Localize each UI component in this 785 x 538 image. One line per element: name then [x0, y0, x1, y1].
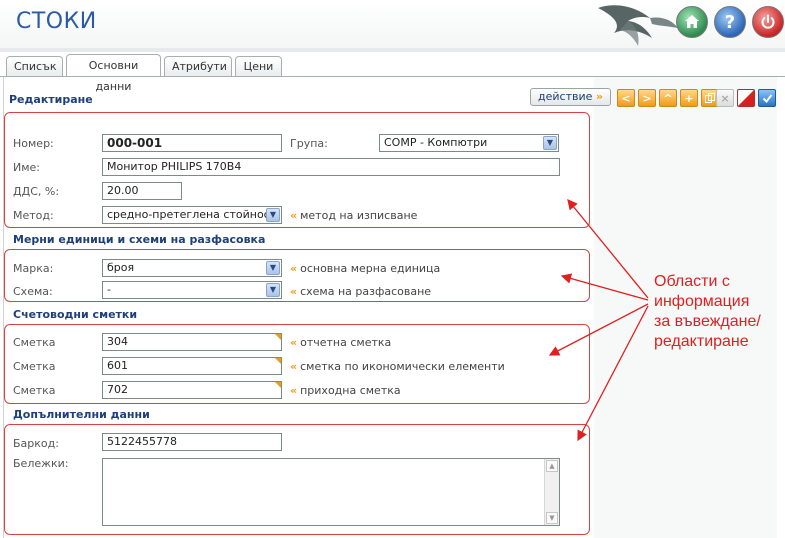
annotation-line: информация — [654, 293, 750, 310]
annotation-line: за въвеждане/ — [654, 313, 761, 330]
annotation-arrow — [577, 305, 649, 442]
annotation-text: Области с информация за въвеждане/ редак… — [654, 272, 784, 352]
tab-basic-data[interactable]: Основни данни — [66, 54, 161, 93]
annotation-arrow — [567, 198, 649, 299]
annotation-line: редактиране — [654, 333, 749, 350]
annotation-arrow — [560, 273, 649, 301]
annotation-arrow — [548, 303, 649, 356]
annotation-line: Области с — [654, 273, 730, 290]
